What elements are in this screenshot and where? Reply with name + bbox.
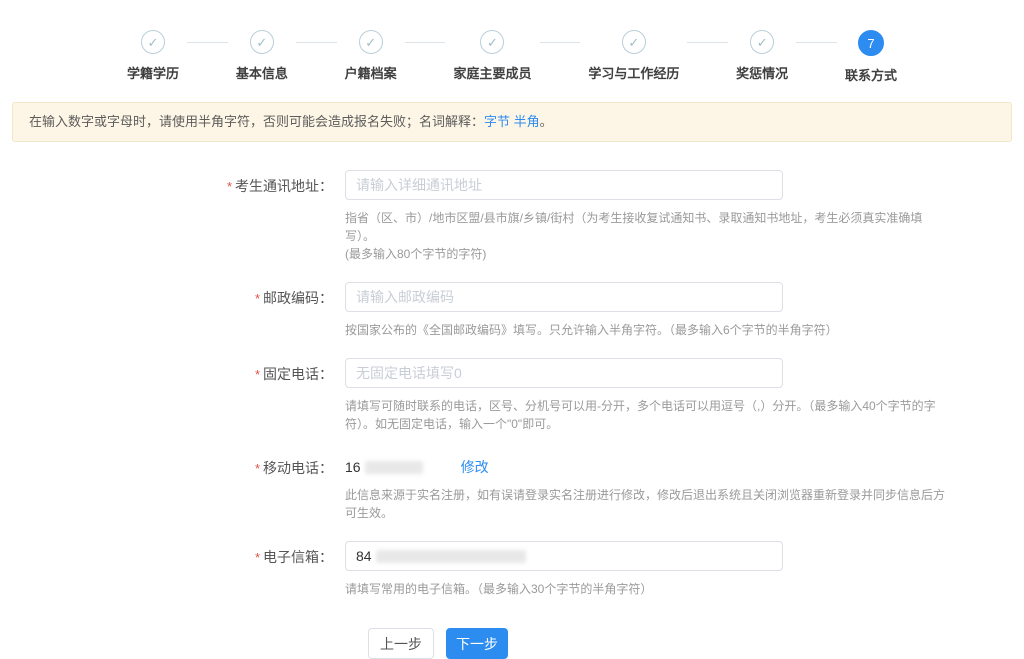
notice-bar: 在输入数字或字母时，请使用半角字符，否则可能会造成报名失败；名词解释：字节 半角… <box>12 102 1012 142</box>
required-asterisk: * <box>255 367 260 382</box>
modify-mobile-link[interactable]: 修改 <box>461 457 489 477</box>
step-connector <box>540 42 581 43</box>
mobile-help: 此信息来源于实名注册，如有误请登录实名注册进行修改，修改后退出系统且关闭浏览器重… <box>345 486 945 522</box>
check-icon: ✓ <box>750 30 774 54</box>
form-actions: 上一步 下一步 <box>368 628 1024 659</box>
notice-text-suffix: 。 <box>540 114 553 129</box>
field-row-address: *考生通讯地址： 指省（区、市）/地市区盟/县市旗/乡镇/街村（为考生接收复试通… <box>0 170 1024 263</box>
check-icon: ✓ <box>250 30 274 54</box>
required-asterisk: * <box>255 550 260 565</box>
postcode-input[interactable] <box>345 282 783 312</box>
step-connector <box>405 42 446 43</box>
step-label: 联系方式 <box>845 65 897 84</box>
step-label: 基本信息 <box>236 63 288 82</box>
step-item-6[interactable]: ✓ 奖惩情况 <box>736 30 788 82</box>
next-step-button[interactable]: 下一步 <box>446 628 508 659</box>
field-row-postcode: *邮政编码： 按国家公布的《全国邮政编码》填写。只允许输入半角字符。（最多输入6… <box>0 282 1024 339</box>
address-help: 指省（区、市）/地市区盟/县市旗/乡镇/街村（为考生接收复试通知书、录取通知书地… <box>345 209 945 263</box>
check-icon: ✓ <box>622 30 646 54</box>
notice-text: 在输入数字或字母时，请使用半角字符，否则可能会造成报名失败；名词解释： <box>29 114 484 129</box>
landline-help: 请填写可随时联系的电话，区号、分机号可以用-分开，多个电话可以用逗号（,）分开。… <box>345 397 945 433</box>
landline-label: *固定电话： <box>0 358 345 433</box>
step-label: 家庭主要成员 <box>453 63 531 82</box>
mobile-value: 16 <box>345 459 361 475</box>
step-label: 户籍档案 <box>345 63 397 82</box>
step-item-5[interactable]: ✓ 学习与工作经历 <box>588 30 679 82</box>
email-help: 请填写常用的电子信箱。（最多输入30个字节的半角字符） <box>345 580 945 598</box>
field-row-landline: *固定电话： 请填写可随时联系的电话，区号、分机号可以用-分开，多个电话可以用逗… <box>0 358 1024 433</box>
address-label: *考生通讯地址： <box>0 170 345 263</box>
field-row-email: *电子信箱： 84 请填写常用的电子信箱。（最多输入30个字节的半角字符） <box>0 541 1024 598</box>
link-byte-definition[interactable]: 字节 <box>484 114 510 129</box>
step-item-2[interactable]: ✓ 基本信息 <box>236 30 288 82</box>
postcode-label: *邮政编码： <box>0 282 345 339</box>
step-connector <box>796 42 837 43</box>
step-item-4[interactable]: ✓ 家庭主要成员 <box>453 30 531 82</box>
check-icon: ✓ <box>141 30 165 54</box>
step-connector <box>687 42 728 43</box>
address-input[interactable] <box>345 170 783 200</box>
link-halfwidth-definition[interactable]: 半角 <box>514 114 540 129</box>
email-value: 84 <box>356 548 372 564</box>
step-item-1[interactable]: ✓ 学籍学历 <box>127 30 179 82</box>
check-icon: ✓ <box>359 30 383 54</box>
postcode-help: 按国家公布的《全国邮政编码》填写。只允许输入半角字符。（最多输入6个字节的半角字… <box>345 321 945 339</box>
step-item-3[interactable]: ✓ 户籍档案 <box>345 30 397 82</box>
step-label: 学籍学历 <box>127 63 179 82</box>
mobile-redacted-blur <box>365 461 423 474</box>
previous-step-button[interactable]: 上一步 <box>368 628 434 659</box>
landline-input[interactable] <box>345 358 783 388</box>
field-row-mobile: *移动电话： 16 修改 此信息来源于实名注册，如有误请登录实名注册进行修改，修… <box>0 452 1024 522</box>
email-input[interactable]: 84 <box>345 541 783 571</box>
step-label: 学习与工作经历 <box>588 63 679 82</box>
check-icon: ✓ <box>480 30 504 54</box>
step-connector <box>296 42 337 43</box>
step-connector <box>187 42 228 43</box>
contact-info-form: *考生通讯地址： 指省（区、市）/地市区盟/县市旗/乡镇/街村（为考生接收复试通… <box>0 170 1024 659</box>
step-indicator: ✓ 学籍学历 ✓ 基本信息 ✓ 户籍档案 ✓ 家庭主要成员 ✓ 学习与工作经历 … <box>127 0 897 84</box>
required-asterisk: * <box>255 291 260 306</box>
step-label: 奖惩情况 <box>736 63 788 82</box>
required-asterisk: * <box>227 179 232 194</box>
email-redacted-blur <box>376 550 526 563</box>
email-label: *电子信箱： <box>0 541 345 598</box>
mobile-label: *移动电话： <box>0 452 345 522</box>
step-number-badge: 7 <box>858 30 884 56</box>
required-asterisk: * <box>255 461 260 476</box>
step-item-7-current[interactable]: 7 联系方式 <box>845 30 897 84</box>
